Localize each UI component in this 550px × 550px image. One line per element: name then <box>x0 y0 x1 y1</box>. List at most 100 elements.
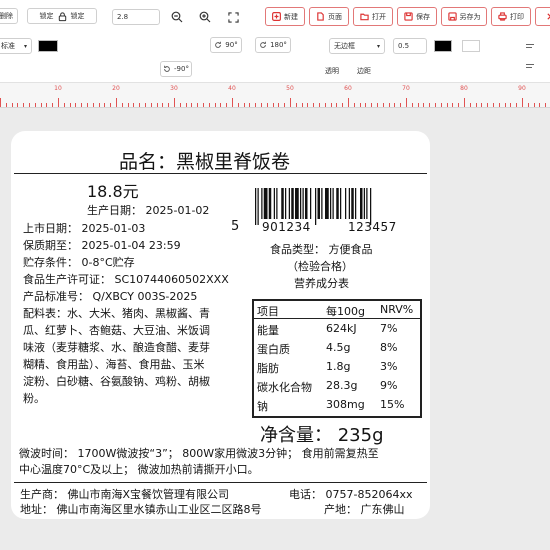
nutrition-cell: 28.3g <box>326 379 358 392</box>
page-icon <box>317 12 324 21</box>
distribute-icon[interactable] <box>526 64 534 65</box>
line-style-select[interactable]: 标准 ▾ <box>0 38 32 54</box>
border-select[interactable]: 无边框 ▾ <box>329 38 385 54</box>
new-label: 新建 <box>284 12 298 21</box>
barcode-bar <box>315 188 317 225</box>
close-icon <box>546 13 550 20</box>
ruler-tick <box>394 103 396 107</box>
page-label: 页面 <box>328 12 342 21</box>
ruler-tick <box>330 103 332 107</box>
microwave-instructions-line1: 微波时间： 1700W微波按“3”； 800W家用微波3分钟； 食用前需复热至 <box>19 447 379 460</box>
print-button[interactable]: 打印 <box>491 7 531 26</box>
line-style-value: 标准 <box>1 42 15 50</box>
ruler-tick <box>324 103 326 107</box>
border-width-input[interactable]: 0.5 <box>393 38 427 54</box>
ruler-tick <box>23 103 25 107</box>
barcode-lead-digit: 5 <box>231 219 240 234</box>
ruler-tick <box>197 103 199 107</box>
price: 18.8元 <box>87 182 139 201</box>
barcode-bar <box>300 188 302 219</box>
rotate-180-button[interactable]: 180° <box>255 37 291 53</box>
lock-button[interactable]: 锁定 锁定 <box>27 8 97 24</box>
nutrition-cell: 7% <box>380 322 398 335</box>
ruler-tick <box>156 103 158 107</box>
storage-condition: 贮存条件： 0-8°C贮存 <box>23 256 135 269</box>
nutrition-header-cell: 项目 <box>257 305 279 318</box>
printer-icon <box>498 12 507 21</box>
nutrition-cell: 15% <box>380 398 405 411</box>
nutrition-cell: 8% <box>380 341 398 354</box>
align-icon[interactable] <box>526 44 534 45</box>
fit-screen-button[interactable] <box>224 8 242 26</box>
fill-color-swatch[interactable] <box>462 40 480 52</box>
barcode-bar <box>255 188 257 225</box>
ruler-tick <box>139 103 141 107</box>
open-label: 打开 <box>372 12 386 21</box>
ruler-tick <box>17 103 19 107</box>
ruler-tick <box>121 103 123 107</box>
barcode-bar <box>285 188 287 219</box>
ruler-tick <box>203 103 204 107</box>
ruler-tick <box>174 98 175 107</box>
ruler-tick <box>278 103 280 107</box>
ruler-tick <box>411 103 413 107</box>
page-button[interactable]: 页面 <box>309 7 349 26</box>
barcode-bar <box>295 188 299 219</box>
barcode-bar <box>302 188 304 219</box>
footer-divider <box>14 482 427 483</box>
plus-icon <box>272 12 281 21</box>
ruler-tick <box>220 103 222 107</box>
lock-icon <box>58 11 66 21</box>
ruler-tick <box>533 103 535 107</box>
ruler-tick <box>353 103 355 107</box>
product-standard: 产品标准号： Q/XBCY 003S-2025 <box>23 290 198 303</box>
more-button[interactable] <box>535 7 550 26</box>
nutrition-cell: 4.5g <box>326 341 351 354</box>
distribute-icon-line <box>526 67 532 68</box>
save-icon <box>404 12 413 21</box>
ruler-tick <box>435 103 436 107</box>
ingredients-line: 瓜、红萝卜、杏鲍菇、大豆油、米饭调 <box>23 324 210 337</box>
margin-label[interactable]: 边距 <box>357 66 371 76</box>
ruler-tick <box>69 103 71 107</box>
nutrition-cell: 能量 <box>257 324 279 337</box>
transparent-label[interactable]: 透明 <box>325 66 339 76</box>
save-as-button[interactable]: 另存为 <box>441 7 487 26</box>
new-button[interactable]: 新建 <box>265 7 305 26</box>
rotate-90-label: 90° <box>225 41 238 49</box>
ruler-tick <box>440 103 442 107</box>
nutrition-cell: 3% <box>380 360 398 373</box>
rotate-90-button[interactable]: 90° <box>210 37 242 53</box>
barcode-bar <box>332 188 334 219</box>
border-width-value: 0.5 <box>398 42 410 50</box>
open-button[interactable]: 打开 <box>353 7 393 26</box>
save-as-icon <box>447 12 457 21</box>
production-date: 生产日期： 2025-01-02 <box>87 204 210 217</box>
border-color-swatch[interactable] <box>434 40 452 52</box>
ruler-label: 50 <box>286 85 294 92</box>
ruler-tick <box>371 103 373 107</box>
ruler-tick <box>168 103 170 107</box>
barcode-left-digits: 901234 <box>262 220 311 234</box>
ruler-tick <box>359 103 361 107</box>
ruler-tick <box>179 103 181 107</box>
barcode-bar <box>336 188 339 219</box>
zoom-in-button[interactable] <box>196 8 214 26</box>
ruler-tick <box>504 103 506 107</box>
text-color-swatch[interactable] <box>38 40 58 52</box>
ruler-label: 80 <box>460 85 468 92</box>
delete-button[interactable]: 删除 <box>0 8 18 24</box>
nutrition-cell: 脂肪 <box>257 362 279 375</box>
ruler-tick <box>545 103 547 107</box>
ruler-label: 20 <box>112 85 120 92</box>
zoom-out-button[interactable] <box>168 8 186 26</box>
zoom-input[interactable]: 2.8 <box>112 9 160 25</box>
ruler-tick <box>52 103 54 107</box>
ruler-label: 40 <box>228 85 236 92</box>
ruler-tick <box>232 98 233 107</box>
rotate-neg90-button[interactable]: -90° <box>160 61 192 77</box>
ruler-tick <box>11 103 13 107</box>
rotate-icon <box>164 65 170 72</box>
save-button[interactable]: 保存 <box>397 7 437 26</box>
barcode-bar <box>273 188 275 219</box>
